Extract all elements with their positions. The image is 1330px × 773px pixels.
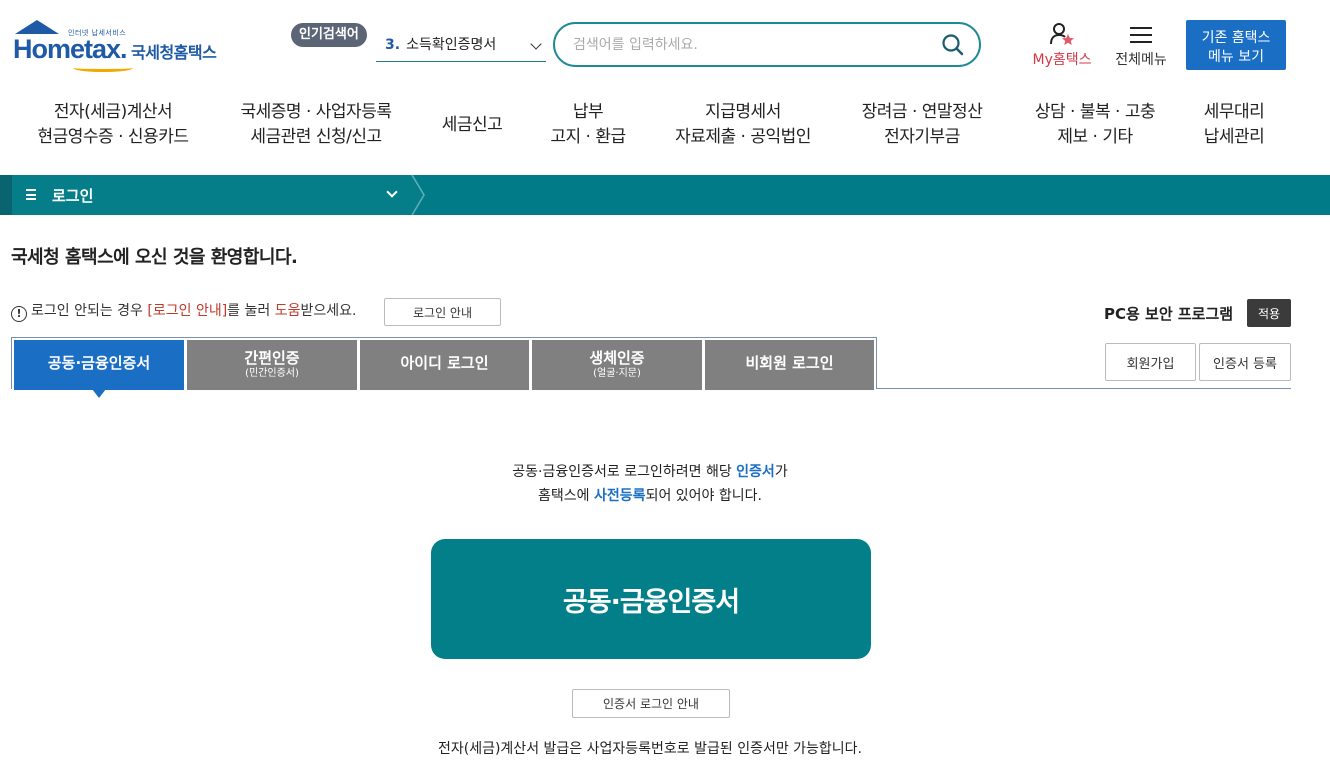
location-dropdown[interactable]: 로그인 — [0, 175, 406, 215]
help-link-text: [로그인 안내] — [147, 303, 228, 319]
exclamation-circle-icon: ! — [11, 306, 27, 322]
nav-label-line1: 장려금 · 연말정산 — [861, 102, 983, 122]
popular-rank: 3. — [385, 37, 401, 53]
tab-joint-financial-cert[interactable]: 공동·금융인증서 — [14, 340, 184, 390]
search-icon[interactable] — [941, 33, 965, 57]
info2-c: 되어 있어야 합니다. — [645, 488, 762, 504]
nav-item-certificate[interactable]: 국세증명 · 사업자등록 세금관련 신청/신고 — [232, 100, 400, 150]
nav-item-incentive[interactable]: 장려금 · 연말정산 전자기부금 — [852, 100, 992, 150]
search-box — [553, 22, 981, 67]
tab-label: 공동·금융인증서 — [47, 354, 151, 372]
popular-search-select[interactable]: 3. 소득확인증명서 — [376, 30, 546, 62]
location-edge — [0, 175, 12, 215]
tab-guest-login[interactable]: 비회원 로그인 — [705, 340, 874, 390]
tab-label: 간편인증 — [244, 349, 300, 367]
active-tab-pointer-icon — [92, 389, 106, 398]
nav-item-einvoice[interactable]: 전자(세금)계산서 현금영수증 · 신용카드 — [33, 100, 193, 150]
certificate-info-text: 공동·금융인증서로 로그인하려면 해당 인증서가 홈택스에 사전등록되어 있어야… — [440, 460, 860, 508]
legacy-menu-button[interactable]: 기존 홈택스 메뉴 보기 — [1186, 20, 1286, 70]
all-menu-label: 전체메뉴 — [1115, 52, 1167, 68]
search-input[interactable] — [573, 32, 913, 58]
nav-label-line2: 납세관리 — [1203, 127, 1265, 147]
my-hometax-label: My홈택스 — [1032, 52, 1092, 68]
nav-item-tax-filing[interactable]: 세금신고 — [430, 100, 514, 138]
location-bar: 로그인 — [0, 175, 1330, 215]
login-tabs: 공동·금융인증서 간편인증 (민간인증서) 아이디 로그인 생체인증 (얼굴·지… — [11, 337, 877, 390]
chevron-down-icon — [530, 38, 542, 50]
nav-label-line2: 자료제출 · 공익법인 — [675, 127, 811, 147]
tab-label: 아이디 로그인 — [400, 354, 489, 372]
nav-item-consultation[interactable]: 상담 · 불복 · 고충 제보 · 기타 — [1025, 100, 1165, 150]
logo-subtitle: 국세청홈택스 — [131, 43, 217, 62]
tab-label: 비회원 로그인 — [745, 354, 834, 372]
nav-item-payment[interactable]: 납부 고지 · 환급 — [540, 100, 636, 150]
nav-label-line2: 고지 · 환급 — [550, 127, 626, 147]
user-star-icon — [1050, 23, 1074, 45]
apply-security-button[interactable]: 적용 — [1247, 299, 1291, 327]
nav-label-line2: 세금관련 신청/신고 — [250, 127, 382, 147]
nav-label-line1: 전자(세금)계산서 — [53, 102, 173, 122]
info2-highlight: 사전등록 — [594, 488, 646, 504]
info1-highlight: 인증서 — [736, 464, 775, 480]
menu-icon — [26, 189, 36, 200]
pc-security-label: PC용 보안 프로그램 — [1104, 305, 1234, 323]
info1-a: 공동·금융인증서로 로그인하려면 해당 — [512, 464, 737, 480]
logo-wordmark: Hometax. — [13, 34, 128, 64]
legacy-menu-line2: 메뉴 보기 — [1208, 49, 1264, 65]
nav-label-line1: 납부 — [572, 102, 604, 122]
hamburger-icon — [1130, 27, 1152, 43]
certificate-login-button[interactable]: 공동·금융인증서 — [431, 539, 871, 659]
tab-id-login[interactable]: 아이디 로그인 — [360, 340, 529, 390]
my-hometax-button[interactable]: My홈택스 — [1027, 22, 1097, 68]
nav-item-payment-statement[interactable]: 지급명세서 자료제출 · 공익법인 — [668, 100, 818, 150]
logo-roof-icon — [15, 20, 59, 34]
nav-label-line1: 세무대리 — [1203, 102, 1265, 122]
nav-label-line2: 현금영수증 · 신용카드 — [37, 127, 189, 147]
einvoice-notice: 전자(세금)계산서 발급은 사업자등록번호로 발급된 인증서만 가능합니다. — [437, 741, 863, 757]
all-menu-button[interactable]: 전체메뉴 — [1110, 22, 1172, 68]
join-button[interactable]: 회원가입 — [1105, 343, 1196, 381]
nav-label-line1: 국세증명 · 사업자등록 — [240, 102, 392, 122]
info-line1: 공동·금융인증서로 로그인하려면 해당 인증서가 — [440, 460, 860, 484]
info1-c: 가 — [774, 464, 788, 480]
tab-sublabel: (민간인증서) — [245, 368, 299, 379]
chevron-down-icon — [386, 186, 398, 198]
main-navigation: 전자(세금)계산서 현금영수증 · 신용카드 국세증명 · 사업자등록 세금관련… — [0, 100, 1330, 160]
info-line2: 홈택스에 사전등록되어 있어야 합니다. — [440, 484, 860, 508]
login-help-text: ! 로그인 안되는 경우 [로그인 안내]를 눌러 도움받으세요. — [11, 298, 356, 326]
legacy-menu-line1: 기존 홈택스 — [1201, 30, 1271, 46]
tab-label: 생체인증 — [589, 349, 645, 367]
nav-label-line2: 전자기부금 — [884, 127, 960, 147]
nav-label-line1: 상담 · 불복 · 고충 — [1034, 102, 1156, 122]
breadcrumb-arrow-icon — [406, 175, 426, 215]
tab-divider — [877, 388, 1291, 389]
hometax-logo[interactable]: 인터넷 납세서비스 Hometax. 국세청홈택스 — [13, 20, 228, 72]
tab-sublabel: (얼굴·지문) — [593, 368, 641, 379]
info2-a: 홈택스에 — [538, 488, 595, 504]
help-mid: 를 눌러 — [227, 303, 275, 319]
login-guide-button[interactable]: 로그인 안내 — [384, 298, 501, 326]
header: 인터넷 납세서비스 Hometax. 국세청홈택스 인기검색어 3. 소득확인증명… — [0, 0, 1330, 90]
help-suffix: 받으세요. — [300, 303, 357, 319]
help-prefix: 로그인 안되는 경우 — [31, 303, 148, 319]
popular-search-badge: 인기검색어 — [291, 23, 367, 47]
logo-swoosh-icon — [73, 64, 133, 72]
welcome-heading: 국세청 홈택스에 오신 것을 환영합니다. — [11, 247, 298, 268]
certificate-login-guide-button[interactable]: 인증서 로그인 안내 — [572, 689, 730, 718]
help-highlight: 도움 — [274, 303, 301, 319]
nav-label-line1: 지급명세서 — [705, 102, 781, 122]
nav-item-tax-agent[interactable]: 세무대리 납세관리 — [1193, 100, 1275, 150]
popular-term: 소득확인증명서 — [406, 37, 497, 53]
certificate-register-button[interactable]: 인증서 등록 — [1199, 343, 1291, 381]
tab-simple-auth[interactable]: 간편인증 (민간인증서) — [187, 340, 357, 390]
nav-label-line1: 세금신고 — [441, 115, 503, 135]
nav-label-line2: 제보 · 기타 — [1057, 127, 1133, 147]
tab-biometric[interactable]: 생체인증 (얼굴·지문) — [532, 340, 702, 390]
location-label: 로그인 — [52, 187, 94, 205]
